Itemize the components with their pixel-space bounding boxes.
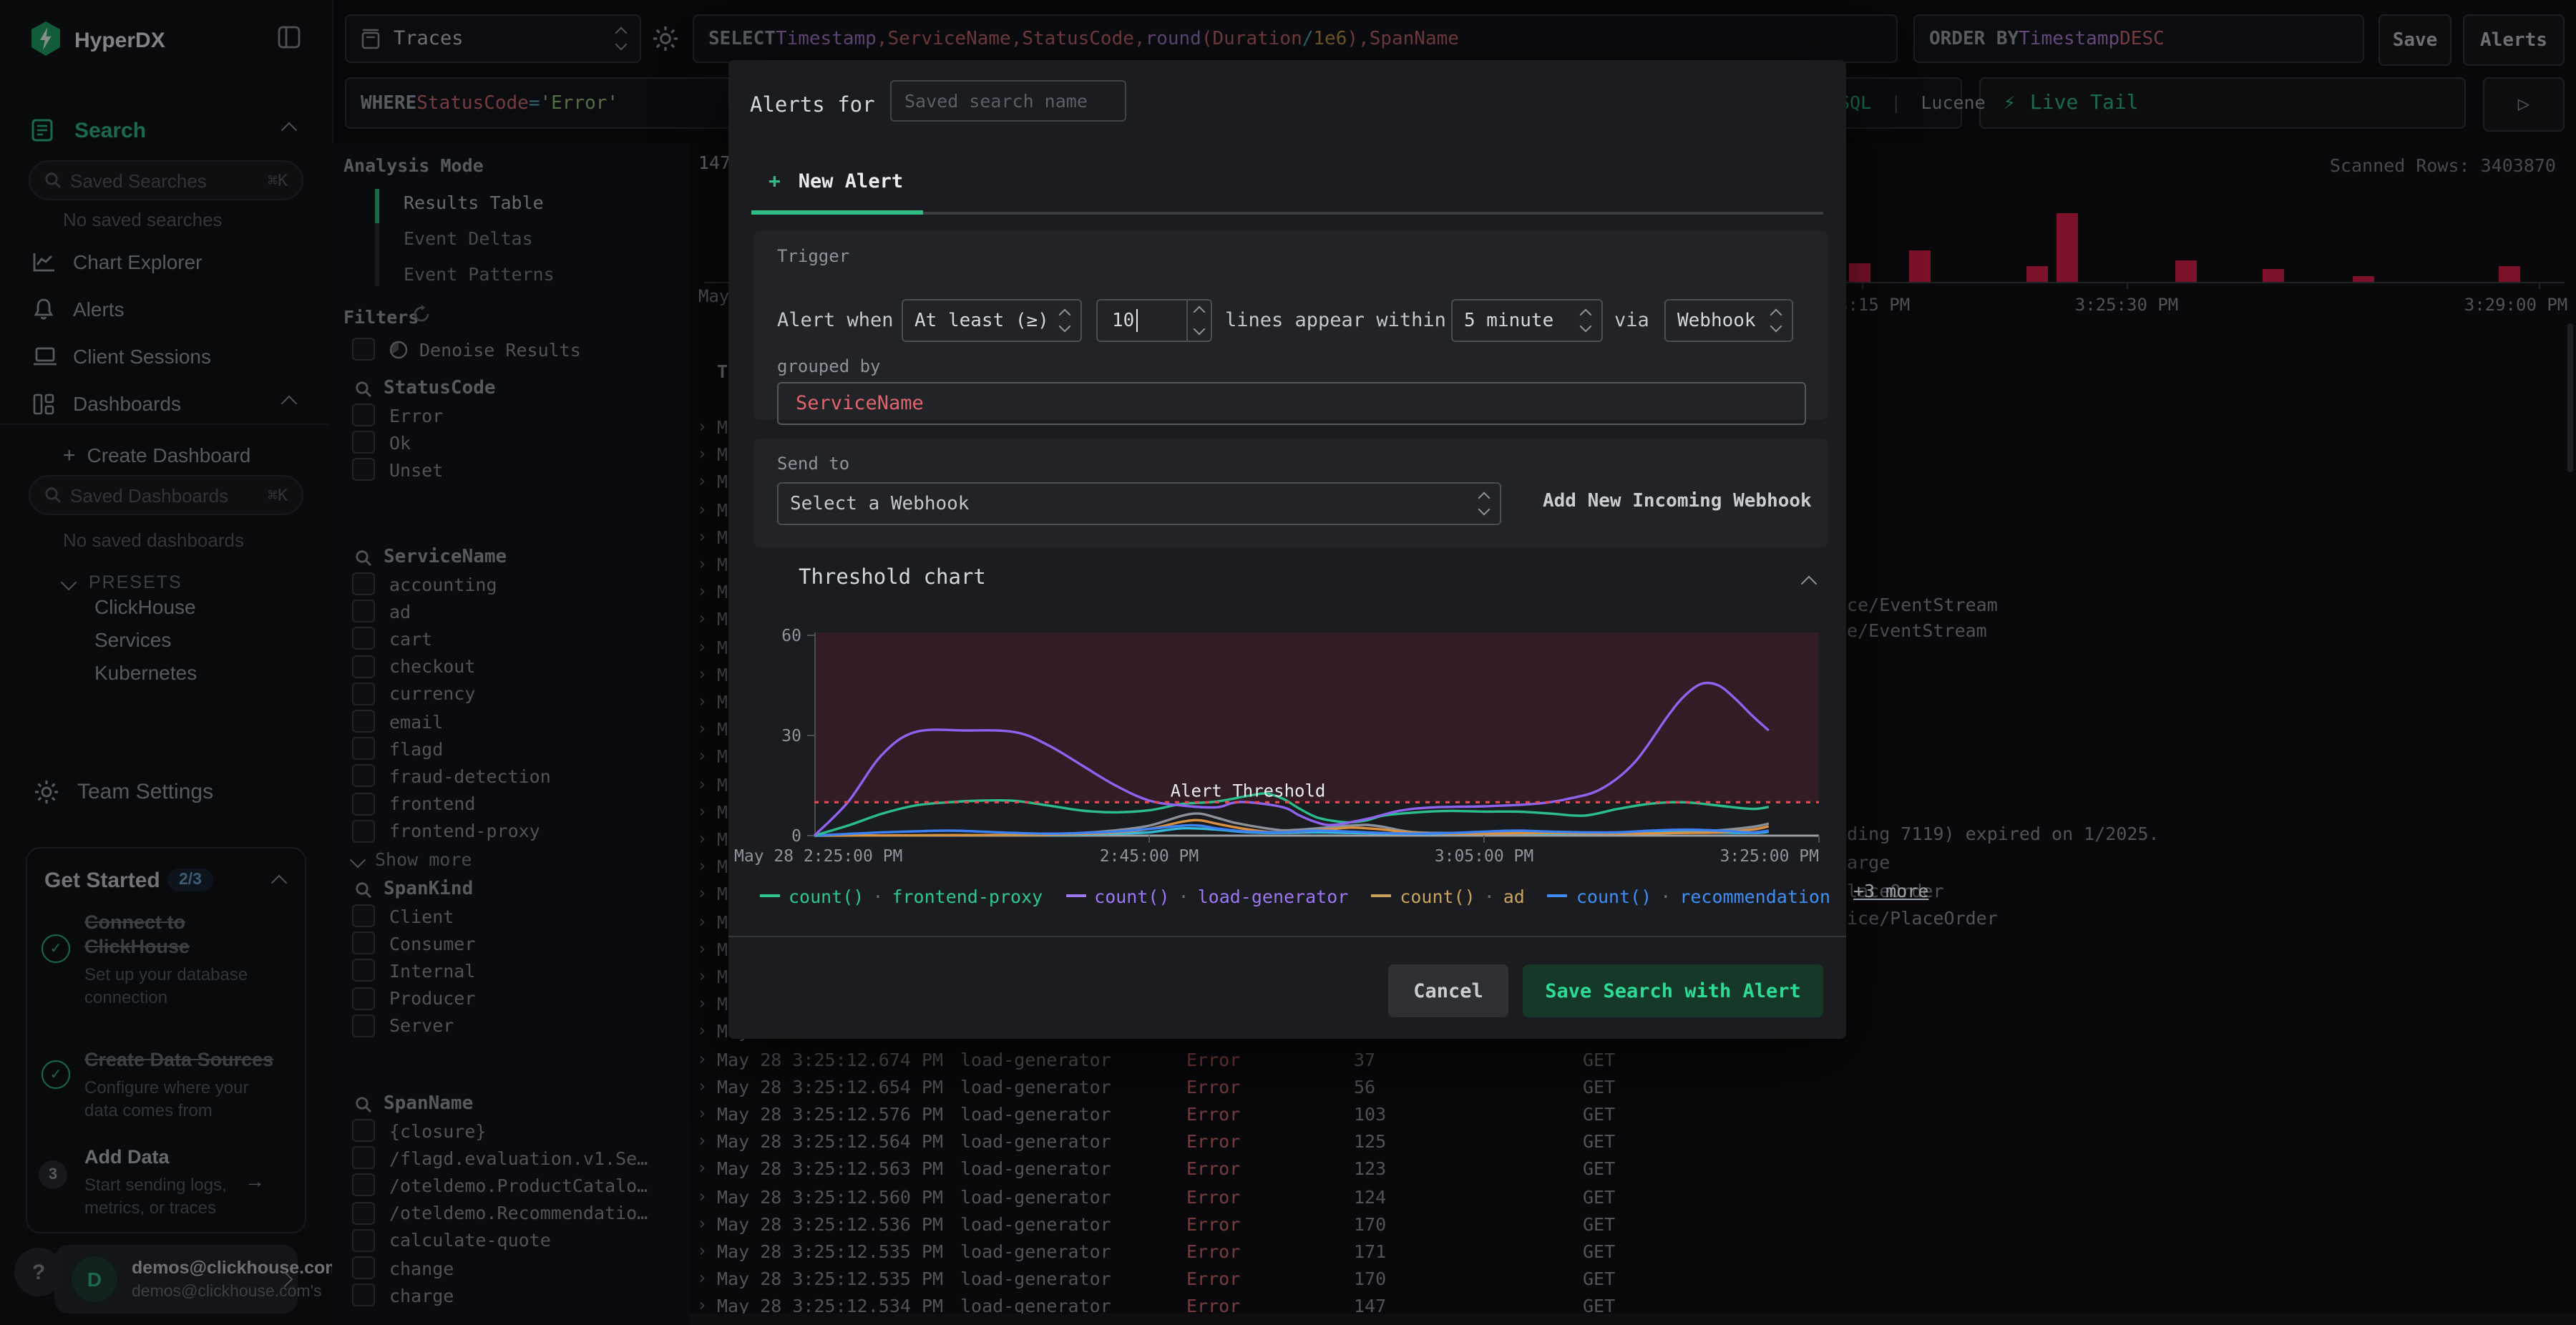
legend-series-name: frontend-proxy	[892, 885, 1043, 906]
legend-dash	[1547, 894, 1568, 897]
cancel-button[interactable]: Cancel	[1388, 964, 1508, 1017]
legend-item-load-generator[interactable]: count() · load-generator	[1065, 885, 1348, 906]
x-tick-label: 3:05:00 PM	[1435, 847, 1533, 866]
send-to-label: Send to	[777, 454, 850, 474]
trigger-section-label: Trigger	[777, 246, 850, 266]
legend-separator: ·	[1483, 885, 1495, 906]
legend-separator: ·	[1178, 885, 1189, 906]
via-label: via	[1614, 309, 1649, 332]
legend-separator: ·	[872, 885, 884, 906]
number-spinner[interactable]	[1186, 300, 1211, 341]
alert-modal: Alerts for Saved search name + New Alert…	[728, 60, 1928, 1039]
threshold-chart-title: Threshold chart	[799, 567, 986, 590]
save-search-with-alert-button[interactable]: Save Search with Alert	[1523, 964, 1823, 1017]
trigger-panel: Trigger Alert when At least (≥) 10 lines…	[754, 230, 1828, 425]
legend-item-ad[interactable]: count() · ad	[1371, 885, 1525, 906]
legend-dash	[760, 894, 780, 897]
y-tick-label: 30	[781, 727, 801, 745]
lines-appear-label: lines appear within	[1225, 309, 1446, 332]
legend-separator: ·	[1660, 885, 1672, 906]
y-tick-label: 0	[791, 827, 801, 846]
select-updown-icon	[1570, 308, 1592, 333]
tab-underline-active	[751, 210, 923, 215]
webhook-select[interactable]: Select a Webhook	[777, 482, 1501, 525]
saved-search-name-placeholder: Saved search name	[904, 90, 1088, 112]
chart-legend: count() · frontend-proxy count() · load-gener…	[760, 879, 1928, 906]
select-updown-icon	[1468, 492, 1491, 516]
x-tick-label: May 28 2:25:00 PM	[734, 847, 902, 866]
alert-when-label: Alert when	[777, 309, 894, 332]
select-updown-icon	[1049, 308, 1071, 333]
comparator-select[interactable]: At least (≥)	[902, 299, 1082, 342]
legend-dash	[1371, 894, 1392, 897]
legend-item-frontend-proxy[interactable]: count() · frontend-proxy	[760, 885, 1043, 906]
legend-metric: count()	[1094, 885, 1170, 906]
text-cursor	[1136, 309, 1138, 332]
tab-new-alert[interactable]: + New Alert	[769, 169, 903, 195]
legend-series-name: recommendation	[1679, 885, 1831, 906]
grouped-by-label: grouped by	[777, 356, 881, 376]
threshold-number-input[interactable]: 10	[1096, 299, 1212, 342]
hyperdx-app: HyperDX Search Saved Searches ⌘K No save…	[0, 0, 2576, 1325]
alert-threshold-label: Alert Threshold	[1171, 781, 1326, 801]
legend-more-button[interactable]: +3 more	[1853, 880, 1928, 901]
group-by-input[interactable]: ServiceName	[777, 382, 1806, 425]
saved-search-name-input[interactable]: Saved search name	[890, 80, 1126, 122]
window-select[interactable]: 5 minute	[1451, 299, 1603, 342]
plus-icon: +	[769, 170, 781, 193]
tab-new-alert-label: New Alert	[798, 170, 904, 193]
legend-item-recommendation[interactable]: count() · recommendation	[1547, 885, 1831, 906]
legend-series-name: load-generator	[1197, 885, 1349, 906]
threshold-value: 10	[1112, 310, 1135, 331]
legend-metric: count()	[789, 885, 864, 906]
add-webhook-link[interactable]: Add New Incoming Webhook	[1543, 491, 1812, 512]
x-tick-label: 3:25:00 PM	[1720, 847, 1819, 866]
modal-footer-divider	[728, 936, 1846, 937]
send-to-panel: Send to Select a Webhook Add New Incomin…	[754, 439, 1828, 548]
legend-series-name: ad	[1503, 885, 1525, 906]
legend-metric: count()	[1576, 885, 1652, 906]
modal-title: Alerts for	[750, 94, 875, 117]
collapse-chart-icon[interactable]	[1800, 575, 1818, 592]
group-by-value: ServiceName	[796, 392, 924, 415]
threshold-chart: 0 30 60 May 28 2:25:00 PM 2:45:00 PM 3:05:00 …	[734, 627, 1820, 866]
x-tick-label: 2:45:00 PM	[1100, 847, 1199, 866]
channel-select[interactable]: Webhook	[1664, 299, 1793, 342]
select-updown-icon	[1760, 308, 1782, 333]
threshold-chart-svg: 0 30 60 May 28 2:25:00 PM 2:45:00 PM 3:05:00 …	[734, 627, 1820, 866]
legend-metric: count()	[1400, 885, 1475, 906]
y-tick-label: 60	[781, 627, 801, 645]
legend-dash	[1065, 894, 1086, 897]
